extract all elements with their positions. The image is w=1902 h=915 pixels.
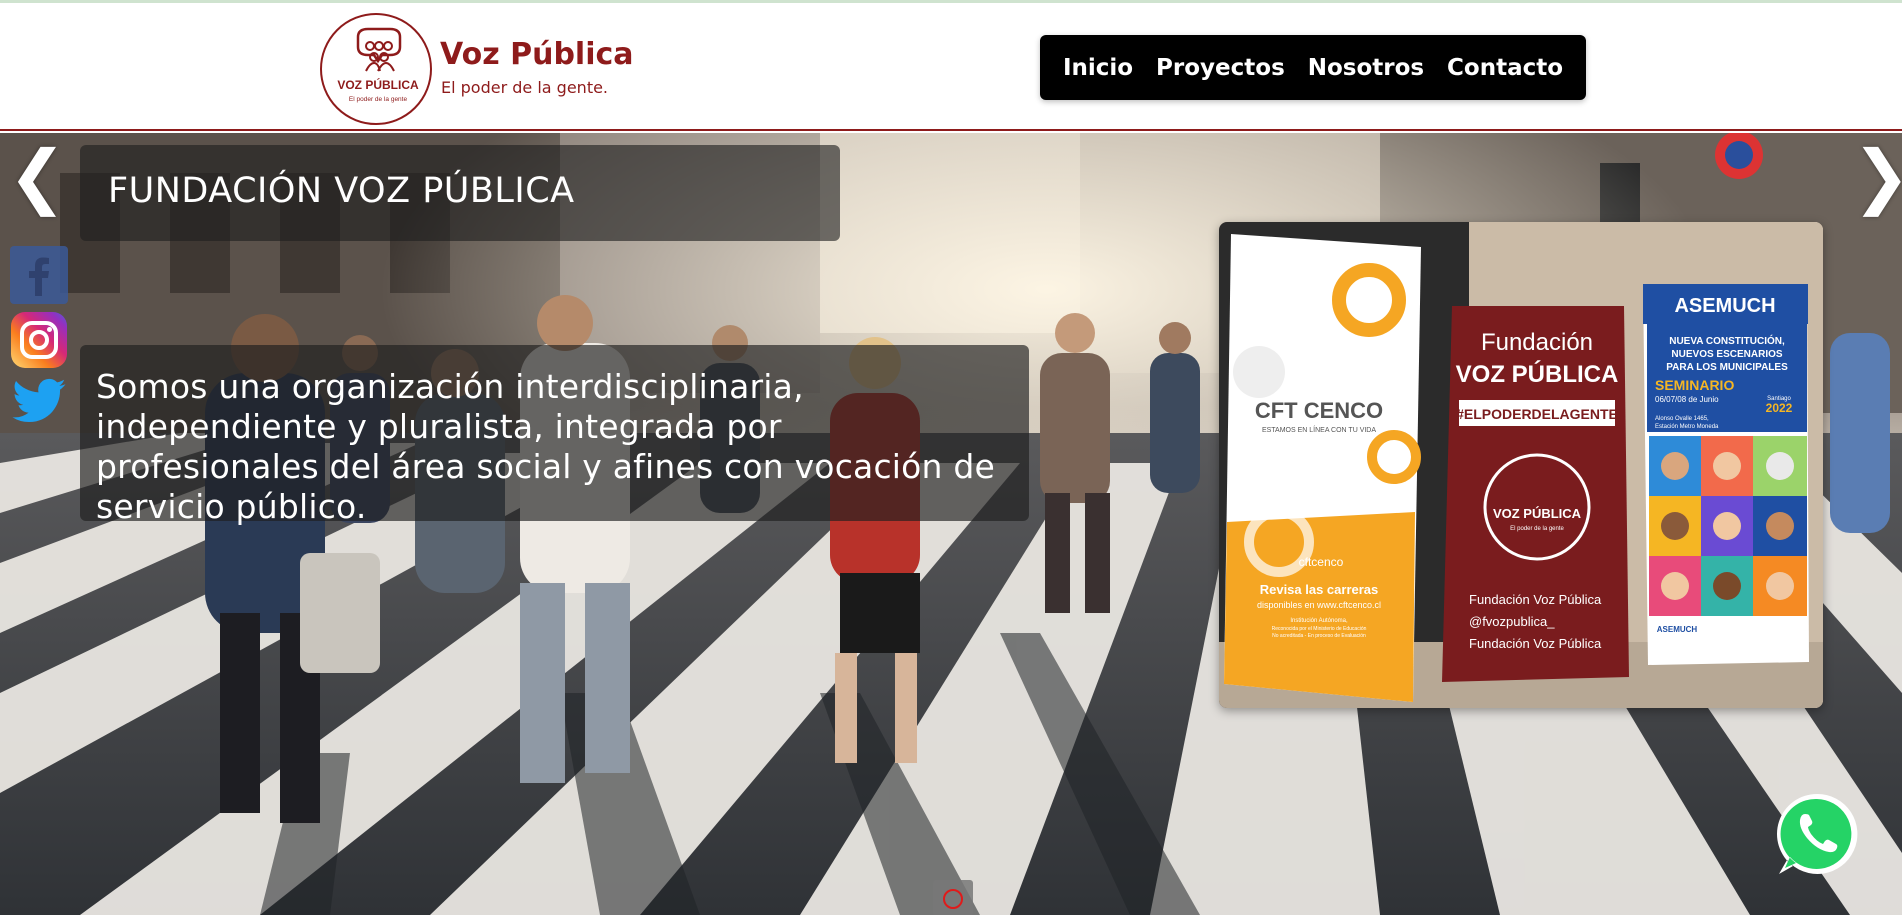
brand-tagline: El poder de la gente. [441,78,609,97]
banner1-note2: Reconocida por el Ministerio de Educació… [1272,626,1367,632]
logo[interactable]: VOZ PÚBLICA El poder de la gente [320,13,432,125]
banner1-note3: No acreditada - En proceso de Evaluación [1272,633,1366,639]
whatsapp-button[interactable] [1773,790,1861,878]
carousel-prev-button[interactable]: ❮ [8,141,67,211]
banner2-line1: Fundación [1481,329,1593,356]
nav-inicio[interactable]: Inicio [1063,55,1133,81]
banner-voz-publica: Fundación VOZ PÚBLICA #ELPODERDELAGENTE … [1442,306,1629,682]
banner3-org: ASEMUCH [1674,295,1775,317]
banner3-event: SEMINARIO [1655,377,1734,393]
logo-label: VOZ PÚBLICA [337,77,419,92]
banner1-logo: cftcenco [1299,555,1344,569]
hero-title-box: FUNDACIÓN VOZ PÚBLICA [80,145,840,241]
brand-title[interactable]: Voz Pública [440,37,634,72]
facebook-link[interactable] [10,246,68,304]
event-banners-photo: CFT CENCO ESTAMOS EN LÍNEA CON TU VIDA c… [1219,222,1823,708]
banner2-hashtag: #ELPODERDELAGENTE [1456,406,1618,422]
banner1-note1: Institución Autónoma, [1290,618,1348,624]
nav-nosotros[interactable]: Nosotros [1308,55,1424,81]
instagram-link[interactable] [10,311,68,369]
facebook-icon [10,246,68,304]
banner2-instagram: @fvozpublica_ [1469,614,1555,629]
chevron-right-icon: ❯ [1852,135,1902,217]
banner3-venue2: Estación Metro Moneda [1655,424,1719,430]
logo-mark: VOZ PÚBLICA El poder de la gente [337,27,419,103]
logo-sublabel: El poder de la gente [349,96,408,103]
twitter-link[interactable] [10,373,68,431]
nav-proyectos[interactable]: Proyectos [1156,55,1285,81]
nav-contacto[interactable]: Contacto [1447,55,1563,81]
banner2-facebook: Fundación Voz Pública [1469,592,1602,607]
banner3-headline2: NUEVOS ESCENARIOS [1671,349,1782,360]
hero-title: FUNDACIÓN VOZ PÚBLICA [108,171,575,211]
banner2-logo-label: VOZ PÚBLICA [1493,506,1582,521]
banner-asemuch: ASEMUCH NUEVA CONSTITUCIÓN, NUEVOS ESCEN… [1643,284,1809,665]
banners-image: CFT CENCO ESTAMOS EN LÍNEA CON TU VIDA c… [1219,222,1823,708]
banner3-footer-org: ASEMUCH [1657,625,1698,634]
chevron-left-icon: ❮ [8,135,67,217]
banner2-logo-sub: El poder de la gente [1510,526,1564,532]
banner1-slogan: ESTAMOS EN LÍNEA CON TU VIDA [1262,425,1376,434]
banner3-headline3: PARA LOS MUNICIPALES [1666,362,1788,373]
main-nav: Inicio Proyectos Nosotros Contacto [1040,35,1586,100]
hero-description-box: Somos una organización interdisciplinari… [80,345,1029,526]
banner2-linkedin: Fundación Voz Pública [1469,636,1602,651]
banner1-brand: CFT CENCO [1255,398,1383,423]
hero-description: Somos una organización interdisciplinari… [96,367,996,526]
banner2-line2: VOZ PÚBLICA [1456,360,1619,388]
twitter-icon [12,378,66,423]
carousel-next-button[interactable]: ❯ [1852,141,1902,211]
whatsapp-icon [1777,793,1858,874]
banner1-cta: Revisa las carreras [1260,582,1379,597]
instagram-icon [11,312,67,368]
banner3-venue1: Alonso Ovalle 1465, [1655,416,1709,422]
site-header: VOZ PÚBLICA El poder de la gente Voz Púb… [0,3,1902,131]
carousel-indicator[interactable] [933,880,973,915]
hero-carousel: ❮ ❯ FUNDACIÓN VOZ PÚBLICA [0,133,1902,915]
banner3-headline1: NUEVA CONSTITUCIÓN, [1669,334,1785,347]
circle-indicator-icon [943,889,963,909]
banner-cft-cenco: CFT CENCO ESTAMOS EN LÍNEA CON TU VIDA c… [1224,234,1421,702]
banner1-cta-sub: disponibles en www.cftcenco.cl [1257,600,1381,610]
banner3-dates: 06/07/08 de Junio [1655,395,1719,404]
banner3-year: 2022 [1766,401,1793,415]
